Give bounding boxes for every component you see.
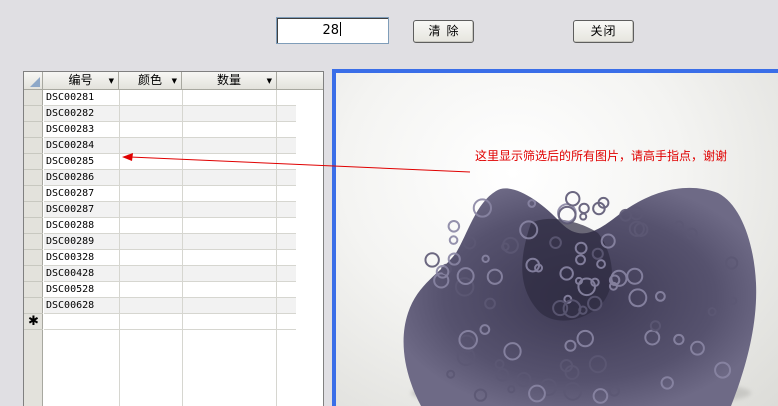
annotation-text: 这里显示筛选后的所有图片，请高手指点，谢谢 [475,149,728,163]
annotation-arrow [122,153,471,173]
arrow-left-icon [122,153,133,161]
